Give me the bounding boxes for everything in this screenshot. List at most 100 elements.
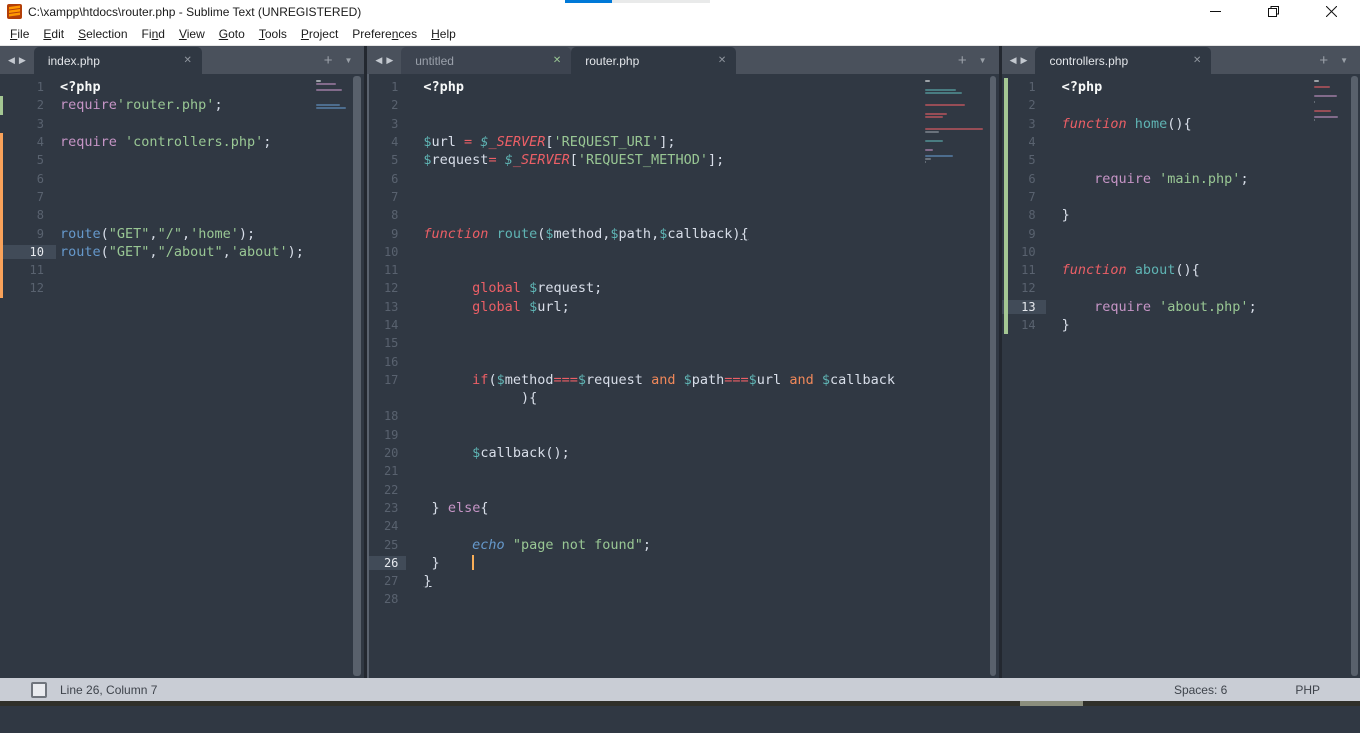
code-line[interactable]: 17 if($method===$request and $path===$ur… bbox=[369, 371, 998, 389]
line-number[interactable]: 19 bbox=[369, 428, 406, 442]
minimap[interactable] bbox=[1314, 80, 1348, 122]
code-line[interactable]: 12 bbox=[1002, 279, 1360, 297]
line-number[interactable]: 8 bbox=[369, 208, 406, 222]
line-number[interactable]: 12 bbox=[0, 281, 56, 295]
code-line[interactable]: 7 bbox=[369, 188, 998, 206]
tab-scroll-right-icon[interactable]: ▶ bbox=[1021, 55, 1028, 66]
tab-scroll-left-icon[interactable]: ◀ bbox=[375, 55, 382, 66]
line-number[interactable]: 27 bbox=[369, 574, 406, 588]
line-number[interactable]: 7 bbox=[369, 190, 406, 204]
code-line[interactable]: 28 bbox=[369, 590, 998, 608]
vertical-scrollbar[interactable] bbox=[989, 76, 996, 676]
code-line[interactable]: 15 bbox=[369, 334, 998, 352]
line-number[interactable]: 6 bbox=[1002, 172, 1046, 186]
line-number[interactable]: 10 bbox=[1002, 245, 1046, 259]
syntax-indicator[interactable]: PHP bbox=[1295, 683, 1320, 697]
menu-preferences[interactable]: Preferences bbox=[345, 24, 424, 44]
code-line[interactable]: 18 bbox=[369, 407, 998, 425]
code-line[interactable]: 24 bbox=[369, 517, 998, 535]
code-line[interactable]: 10 bbox=[369, 243, 998, 261]
code-line[interactable]: 8} bbox=[1002, 206, 1360, 224]
line-number[interactable]: 3 bbox=[0, 117, 56, 131]
code-line[interactable]: 10 bbox=[1002, 243, 1360, 261]
line-number[interactable]: 8 bbox=[0, 208, 56, 222]
line-number[interactable]: 13 bbox=[1001, 299, 1046, 314]
line-number[interactable]: 24 bbox=[369, 519, 406, 533]
restore-button[interactable] bbox=[1244, 0, 1302, 23]
line-number[interactable]: 22 bbox=[369, 483, 406, 497]
line-number[interactable]: 3 bbox=[1002, 117, 1046, 131]
menu-project[interactable]: Project bbox=[294, 24, 345, 44]
line-number[interactable]: 23 bbox=[369, 501, 406, 515]
code-line[interactable]: 12 global $request; bbox=[369, 279, 998, 297]
tab-controllers-php[interactable]: controllers.php ✕ bbox=[1035, 47, 1212, 74]
code-line[interactable]: 3 function home(){ bbox=[1002, 115, 1360, 133]
line-number[interactable]: 9 bbox=[369, 227, 406, 241]
menu-view[interactable]: View bbox=[172, 24, 212, 44]
line-number[interactable]: 7 bbox=[1002, 190, 1046, 204]
code-line[interactable]: 9 route("GET","/",'home'); bbox=[0, 224, 364, 242]
line-number[interactable]: 18 bbox=[369, 409, 406, 423]
line-number[interactable]: 28 bbox=[369, 592, 406, 606]
code-line[interactable]: 5 bbox=[0, 151, 364, 169]
line-number[interactable]: 5 bbox=[1002, 153, 1046, 167]
line-number[interactable]: 11 bbox=[1002, 263, 1046, 277]
code-surface[interactable]: 1 <?php 2 3 function home(){4 5 6 require 'mai… bbox=[1001, 74, 1360, 678]
code-line[interactable]: 2 bbox=[369, 96, 998, 114]
code-line[interactable]: 25 echo "page not found"; bbox=[369, 535, 998, 553]
line-number[interactable]: 12 bbox=[1002, 281, 1046, 295]
code-line[interactable]: 8 bbox=[369, 206, 998, 224]
code-line[interactable]: 22 bbox=[369, 481, 998, 499]
code-line[interactable]: 12 bbox=[0, 279, 364, 297]
code-line[interactable]: 4 require 'controllers.php'; bbox=[0, 133, 364, 151]
tab-index-php[interactable]: index.php ✕ bbox=[33, 47, 202, 74]
tab-scroll-right-icon[interactable]: ▶ bbox=[386, 55, 393, 66]
code-line[interactable]: 20 $callback(); bbox=[369, 444, 998, 462]
line-number[interactable]: 11 bbox=[0, 263, 56, 277]
code-line[interactable]: 1 <?php bbox=[0, 78, 364, 96]
line-number[interactable]: 9 bbox=[0, 227, 56, 241]
line-number[interactable]: 13 bbox=[369, 300, 406, 314]
code-line[interactable]: 4 bbox=[1002, 133, 1360, 151]
line-number[interactable]: 4 bbox=[0, 135, 56, 149]
menu-edit[interactable]: Edit bbox=[36, 24, 71, 44]
new-tab-icon[interactable]: + bbox=[324, 53, 333, 68]
code-line[interactable]: 26 } bbox=[369, 554, 998, 572]
tab-router-php[interactable]: router.php ✕ bbox=[571, 47, 737, 74]
line-number[interactable]: 16 bbox=[369, 355, 406, 369]
menu-goto[interactable]: Goto bbox=[212, 24, 252, 44]
line-number[interactable]: 20 bbox=[369, 446, 406, 460]
line-number[interactable]: 5 bbox=[0, 153, 56, 167]
code-line[interactable]: 5 bbox=[1002, 151, 1360, 169]
tab-overflow-icon[interactable]: ▼ bbox=[344, 56, 352, 65]
code-line[interactable]: 21 bbox=[369, 462, 998, 480]
line-number[interactable]: 10 bbox=[0, 244, 56, 259]
code-line[interactable]: 11 bbox=[369, 261, 998, 279]
line-number[interactable]: 7 bbox=[0, 190, 56, 204]
menu-file[interactable]: File bbox=[3, 24, 36, 44]
line-number[interactable]: 10 bbox=[369, 245, 406, 259]
line-number[interactable]: 12 bbox=[369, 281, 406, 295]
tab-close-icon[interactable]: ✕ bbox=[1193, 55, 1201, 66]
code-line[interactable]: 13 require 'about.php'; bbox=[1001, 298, 1360, 316]
code-line[interactable]: 1 <?php bbox=[369, 78, 998, 96]
line-number[interactable]: 2 bbox=[369, 98, 406, 112]
line-number[interactable]: 6 bbox=[369, 172, 406, 186]
code-line[interactable]: 1 <?php bbox=[1002, 78, 1360, 96]
code-line[interactable]: 14 bbox=[369, 316, 998, 334]
indentation-indicator[interactable]: Spaces: 6 bbox=[1174, 683, 1227, 697]
code-line[interactable]: 2 bbox=[1002, 96, 1360, 114]
code-surface[interactable]: 1 <?php 2 require'router.php'; 3 4 require 'co… bbox=[0, 74, 365, 678]
tab-overflow-icon[interactable]: ▼ bbox=[1340, 56, 1348, 65]
menu-selection[interactable]: Selection bbox=[71, 24, 134, 44]
menu-help[interactable]: Help bbox=[424, 24, 463, 44]
menu-find[interactable]: Find bbox=[135, 24, 172, 44]
line-number[interactable]: 6 bbox=[0, 172, 56, 186]
line-number[interactable]: 4 bbox=[369, 135, 406, 149]
code-line[interactable]: 6 bbox=[369, 169, 998, 187]
code-line[interactable]: 3 bbox=[369, 115, 998, 133]
line-number[interactable]: 25 bbox=[369, 538, 406, 552]
menu-tools[interactable]: Tools bbox=[252, 24, 294, 44]
line-number[interactable]: 1 bbox=[1002, 80, 1046, 94]
close-button[interactable] bbox=[1302, 0, 1360, 23]
